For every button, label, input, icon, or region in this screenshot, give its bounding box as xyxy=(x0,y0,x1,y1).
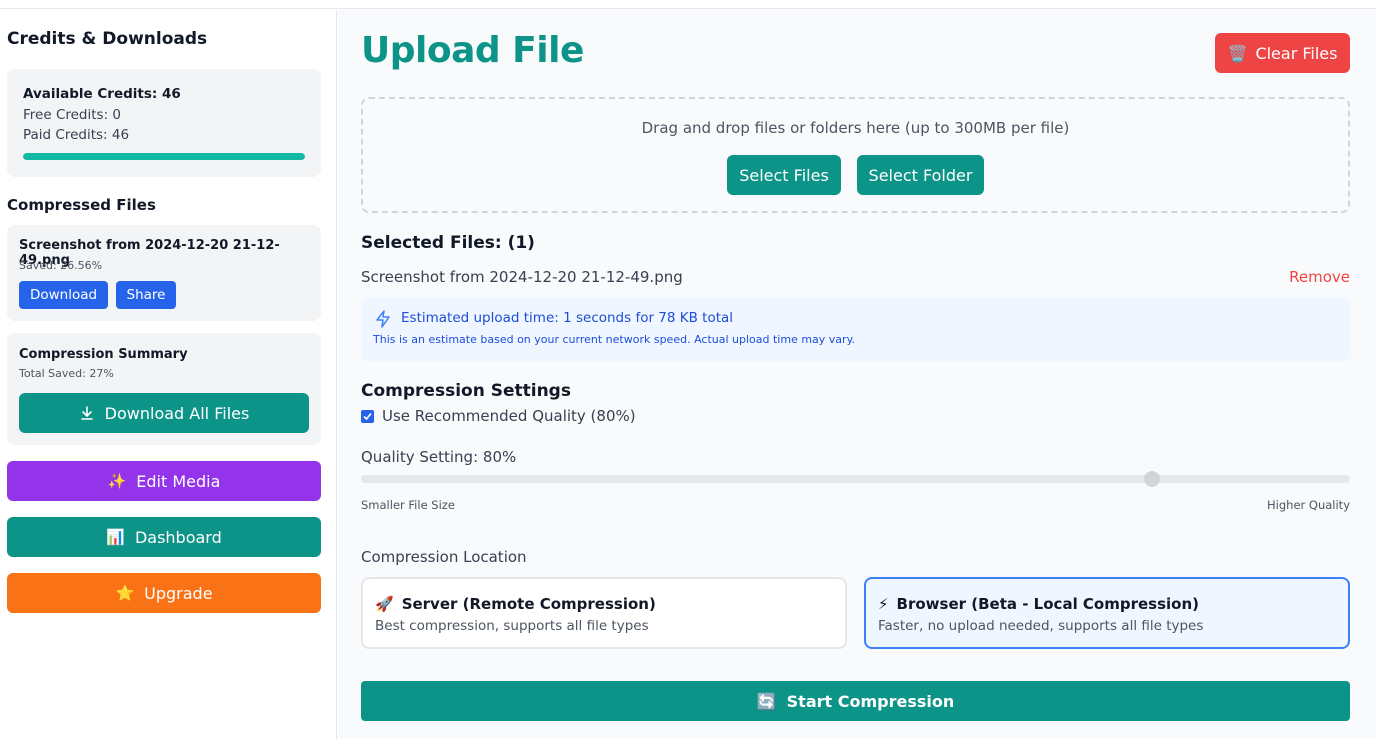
quality-slider[interactable] xyxy=(361,475,1350,483)
quality-setting-label: Quality Setting: 80% xyxy=(361,448,517,466)
upgrade-button[interactable]: ⭐ Upgrade xyxy=(7,573,321,613)
compression-summary-card: Compression Summary Total Saved: 27% Dow… xyxy=(7,333,321,445)
recommended-quality-row: Use Recommended Quality (80%) xyxy=(361,407,636,425)
estimate-text: Estimated upload time: 1 seconds for 78 … xyxy=(401,310,734,326)
dropzone-text: Drag and drop files or folders here (up … xyxy=(641,119,1070,137)
download-all-label: Download All Files xyxy=(104,403,250,423)
server-option-desc: Best compression, supports all file type… xyxy=(375,618,649,634)
edit-media-button[interactable]: ✨ Edit Media xyxy=(7,461,321,501)
download-icon xyxy=(80,406,93,420)
available-credits: Available Credits: 46 xyxy=(23,86,181,102)
trash-icon: 🗑️ xyxy=(1227,43,1248,63)
start-compression-button[interactable]: 🔄 Start Compression xyxy=(361,681,1350,721)
compressed-files-title: Compressed Files xyxy=(7,196,156,214)
compression-settings-title: Compression Settings xyxy=(361,381,571,401)
summary-title: Compression Summary xyxy=(19,347,188,362)
download-button[interactable]: Download xyxy=(19,281,108,309)
sidebar: Credits & Downloads Available Credits: 4… xyxy=(0,10,337,739)
dashboard-button[interactable]: 📊 Dashboard xyxy=(7,517,321,557)
slider-max-label: Higher Quality xyxy=(1267,498,1350,512)
rocket-icon: 🚀 xyxy=(375,595,394,613)
file-dropzone[interactable]: Drag and drop files or folders here (up … xyxy=(361,97,1350,213)
upload-estimate-box: Estimated upload time: 1 seconds for 78 … xyxy=(361,297,1350,361)
sidebar-title: Credits & Downloads xyxy=(7,29,208,49)
sparkles-icon: ✨ xyxy=(107,472,127,490)
compression-location-title: Compression Location xyxy=(361,548,527,566)
credits-progress-fill xyxy=(23,153,305,160)
estimate-note: This is an estimate based on your curren… xyxy=(373,333,856,346)
compressed-file-saved: Saved: 26.56% xyxy=(19,259,103,272)
recommended-quality-label: Use Recommended Quality (80%) xyxy=(382,407,636,425)
selected-file-name: Screenshot from 2024-12-20 21-12-49.png xyxy=(361,268,683,286)
download-all-button[interactable]: Download All Files xyxy=(19,393,309,433)
clear-files-label: Clear Files xyxy=(1255,43,1338,63)
refresh-icon: 🔄 xyxy=(756,691,777,711)
paid-credits: Paid Credits: 46 xyxy=(23,127,130,143)
start-compression-label: Start Compression xyxy=(786,691,955,711)
quality-slider-thumb[interactable] xyxy=(1144,471,1161,487)
summary-total-saved: Total Saved: 27% xyxy=(19,367,114,380)
edit-media-label: Edit Media xyxy=(136,471,221,491)
remove-file-link[interactable]: Remove xyxy=(1289,268,1350,286)
clear-files-button[interactable]: 🗑️ Clear Files xyxy=(1215,33,1350,73)
dashboard-label: Dashboard xyxy=(134,527,222,547)
selected-files-title: Selected Files: (1) xyxy=(361,233,535,253)
server-option-title: Server (Remote Compression) xyxy=(401,595,656,613)
page-title: Upload File xyxy=(361,30,584,71)
slider-min-label: Smaller File Size xyxy=(361,498,455,512)
credits-card: Available Credits: 46 Free Credits: 0 Pa… xyxy=(7,69,321,177)
upgrade-label: Upgrade xyxy=(144,583,213,603)
server-compression-option[interactable]: 🚀 Server (Remote Compression) Best compre… xyxy=(361,577,847,649)
chart-icon: 📊 xyxy=(106,528,125,546)
select-files-button[interactable]: Select Files xyxy=(727,155,841,195)
browser-option-desc: Faster, no upload needed, supports all f… xyxy=(878,618,1204,634)
lightning-icon xyxy=(376,310,390,328)
browser-option-title: Browser (Beta - Local Compression) xyxy=(896,595,1200,613)
browser-compression-option[interactable]: ⚡ Browser (Beta - Local Compression) Fast… xyxy=(864,577,1350,649)
credits-progress-bar xyxy=(23,153,305,160)
share-button[interactable]: Share xyxy=(116,281,176,309)
free-credits: Free Credits: 0 xyxy=(23,107,122,123)
main-panel: Upload File 🗑️ Clear Files Drag and drop… xyxy=(338,10,1376,739)
select-folder-button[interactable]: Select Folder xyxy=(857,155,984,195)
recommended-quality-checkbox[interactable] xyxy=(361,409,374,423)
star-icon: ⭐ xyxy=(115,584,135,602)
compressed-file-card: Screenshot from 2024-12-20 21-12-49.png … xyxy=(7,225,321,321)
lightning-icon: ⚡ xyxy=(878,595,889,613)
top-border xyxy=(0,0,1376,9)
check-icon xyxy=(363,412,372,420)
